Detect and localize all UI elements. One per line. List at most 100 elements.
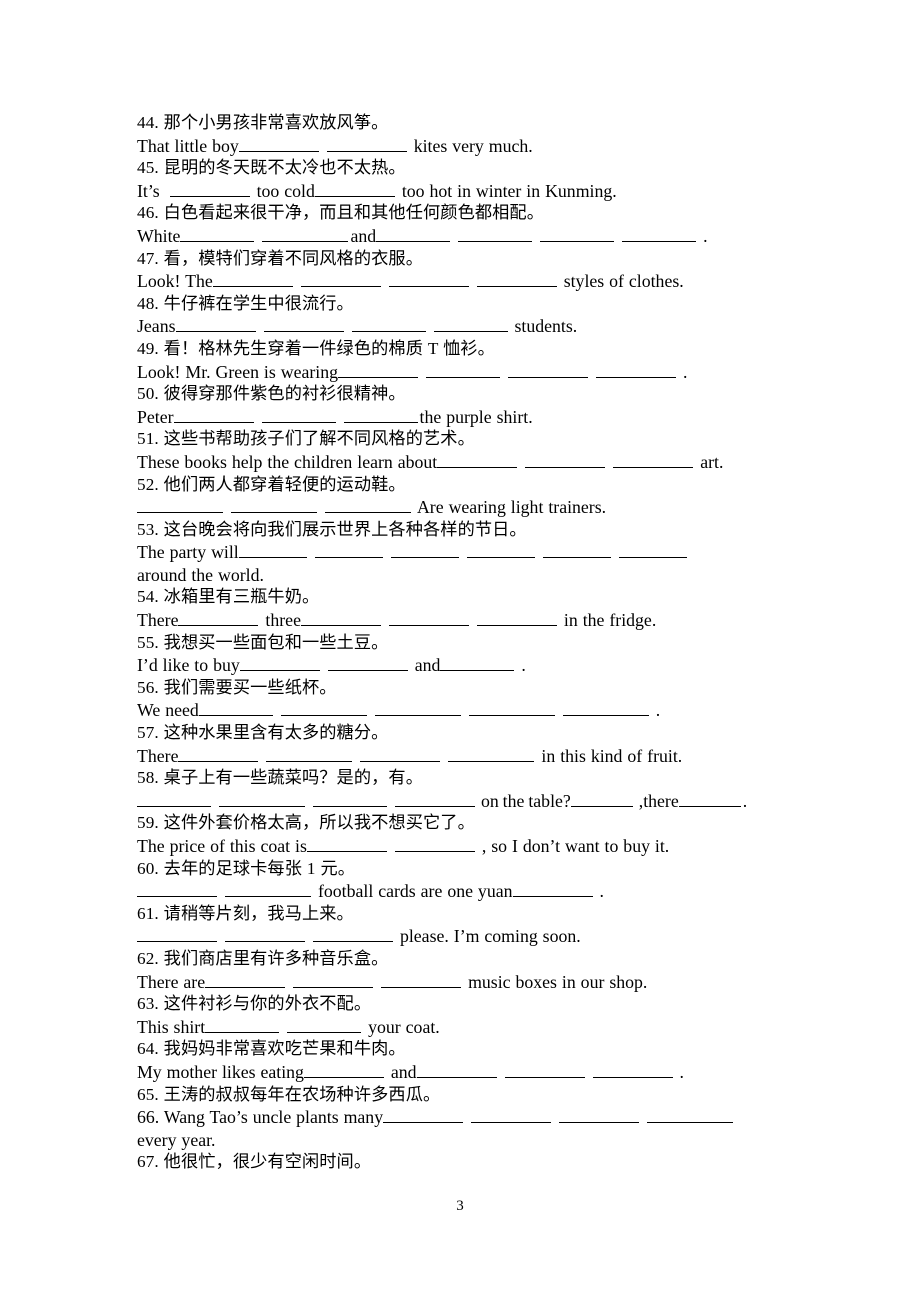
blank-field[interactable] bbox=[437, 452, 518, 468]
blank-field[interactable] bbox=[476, 610, 557, 627]
blank-field[interactable] bbox=[622, 226, 697, 242]
blank-field[interactable] bbox=[426, 362, 500, 378]
blank-field[interactable] bbox=[212, 272, 293, 288]
blank-field[interactable] bbox=[314, 543, 383, 559]
blank-field[interactable] bbox=[468, 701, 555, 717]
blank-field[interactable] bbox=[647, 1108, 734, 1124]
blank-field[interactable] bbox=[394, 836, 475, 852]
english-answer-line-66: 66. Wang Tao’s uncle plants many bbox=[137, 1106, 785, 1129]
blank-field[interactable] bbox=[262, 226, 349, 242]
blank-field[interactable] bbox=[466, 543, 535, 559]
blank-field[interactable] bbox=[219, 791, 305, 807]
blank-field[interactable] bbox=[540, 226, 615, 242]
blank-field[interactable] bbox=[383, 1108, 464, 1124]
blank-field[interactable] bbox=[381, 972, 462, 988]
blank-field[interactable] bbox=[238, 136, 319, 152]
blank-field[interactable] bbox=[448, 746, 535, 762]
exercise-item-46: 46. 白色看起来很干净，而且和其他任何颜色都相配。 White and . bbox=[137, 202, 785, 247]
blank-field[interactable] bbox=[225, 927, 305, 943]
blank-field[interactable] bbox=[137, 882, 217, 898]
blank-field[interactable] bbox=[238, 543, 307, 559]
blank-field[interactable] bbox=[388, 610, 469, 627]
blank-field[interactable] bbox=[231, 498, 317, 514]
blank-field[interactable] bbox=[303, 1062, 384, 1078]
blank-field[interactable] bbox=[476, 272, 557, 288]
blank-field[interactable] bbox=[504, 1062, 585, 1078]
blank-field[interactable] bbox=[300, 272, 381, 288]
blank-field[interactable] bbox=[512, 882, 593, 898]
blank-field[interactable] bbox=[313, 927, 393, 943]
blank-field[interactable] bbox=[178, 610, 259, 627]
blank-field[interactable] bbox=[613, 452, 694, 468]
blank-field[interactable] bbox=[325, 498, 411, 514]
blank-field[interactable] bbox=[542, 543, 611, 559]
blank-field[interactable] bbox=[338, 362, 418, 378]
blank-field[interactable] bbox=[137, 927, 217, 943]
blank-field[interactable] bbox=[360, 746, 441, 762]
blank-field[interactable] bbox=[306, 836, 387, 852]
blank-field[interactable] bbox=[137, 791, 211, 807]
blank-field[interactable] bbox=[327, 656, 408, 672]
blank-field[interactable] bbox=[175, 317, 256, 333]
english-suffix-63: your coat. bbox=[368, 1016, 440, 1037]
blank-field[interactable] bbox=[169, 181, 250, 197]
blank-field[interactable] bbox=[326, 136, 407, 152]
english-prefix-56: We need bbox=[137, 700, 199, 721]
blank-field[interactable] bbox=[351, 317, 426, 333]
blank-field[interactable] bbox=[263, 317, 344, 333]
chinese-prompt-51: 51. 这些书帮助孩子们了解不同风格的艺术。 bbox=[137, 429, 475, 449]
blank-field[interactable] bbox=[137, 498, 223, 514]
blank-field[interactable] bbox=[678, 791, 741, 807]
worksheet-page: 44. 那个小男孩非常喜欢放风筝。 That little boy kites … bbox=[0, 0, 920, 1302]
chinese-prompt-60: 60. 去年的足球卡每张 1 元。 bbox=[137, 858, 356, 878]
blank-field[interactable] bbox=[178, 746, 259, 762]
blank-field[interactable] bbox=[559, 1108, 640, 1124]
english-answer-line-49: Look! Mr. Green is wearing . bbox=[137, 361, 785, 384]
blank-field[interactable] bbox=[180, 226, 255, 242]
blank-field[interactable] bbox=[313, 791, 387, 807]
blank-field[interactable] bbox=[592, 1062, 673, 1078]
blank-field[interactable] bbox=[376, 226, 451, 242]
blank-field[interactable] bbox=[300, 610, 381, 627]
exercise-item-47: 47. 看，模特们穿着不同风格的衣服。 Look! The styles of … bbox=[137, 248, 785, 293]
blank-field[interactable] bbox=[198, 701, 273, 717]
english-prefix-48: Jeans bbox=[137, 316, 176, 337]
blank-field[interactable] bbox=[596, 362, 676, 378]
blank-field[interactable] bbox=[471, 1108, 552, 1124]
exercise-item-49: 49. 看！格林先生穿着一件绿色的棉质 T 恤衫。 Look! Mr. Gree… bbox=[137, 338, 785, 383]
blank-field[interactable] bbox=[280, 701, 367, 717]
exercise-item-55: 55. 我想买一些面包和一些土豆。 I’d like to buy and . bbox=[137, 632, 785, 677]
blank-field[interactable] bbox=[440, 656, 515, 672]
english-prefix-53: The party will bbox=[137, 542, 239, 563]
blank-field[interactable] bbox=[562, 701, 649, 717]
blank-field[interactable] bbox=[525, 452, 606, 468]
english-answer-line-57: There in this kind of fruit. bbox=[137, 745, 785, 768]
blank-field[interactable] bbox=[225, 882, 311, 898]
exercise-item-53: 53. 这台晚会将向我们展示世界上各种各样的节日。 The party will… bbox=[137, 519, 785, 587]
blank-field[interactable] bbox=[458, 226, 533, 242]
blank-field[interactable] bbox=[314, 181, 395, 197]
blank-field[interactable] bbox=[343, 407, 418, 423]
blank-field[interactable] bbox=[390, 543, 459, 559]
blank-field[interactable] bbox=[205, 972, 286, 988]
blank-field[interactable] bbox=[266, 746, 353, 762]
blank-field[interactable] bbox=[287, 1017, 362, 1033]
blank-field[interactable] bbox=[433, 317, 508, 333]
blank-field[interactable] bbox=[618, 543, 687, 559]
blank-field[interactable] bbox=[261, 407, 336, 423]
blank-field[interactable] bbox=[508, 362, 588, 378]
english-answer-line-53-cont: around the world. bbox=[137, 564, 264, 585]
blank-field[interactable] bbox=[395, 791, 475, 807]
blank-field[interactable] bbox=[239, 656, 320, 672]
blank-field[interactable] bbox=[173, 407, 254, 423]
blank-field[interactable] bbox=[293, 972, 374, 988]
blank-field[interactable] bbox=[416, 1062, 497, 1078]
english-mid-60: football cards are one yuan bbox=[317, 881, 513, 902]
blank-field[interactable] bbox=[374, 701, 461, 717]
blank-field[interactable] bbox=[388, 272, 469, 288]
english-suffix-44: kites very much. bbox=[413, 135, 533, 156]
blank-field[interactable] bbox=[570, 791, 633, 807]
exercise-item-48: 48. 牛仔裤在学生中很流行。 Jeans students. bbox=[137, 293, 785, 338]
exercise-item-62: 62. 我们商店里有许多种音乐盒。 There are music boxes … bbox=[137, 948, 785, 993]
blank-field[interactable] bbox=[205, 1017, 280, 1033]
